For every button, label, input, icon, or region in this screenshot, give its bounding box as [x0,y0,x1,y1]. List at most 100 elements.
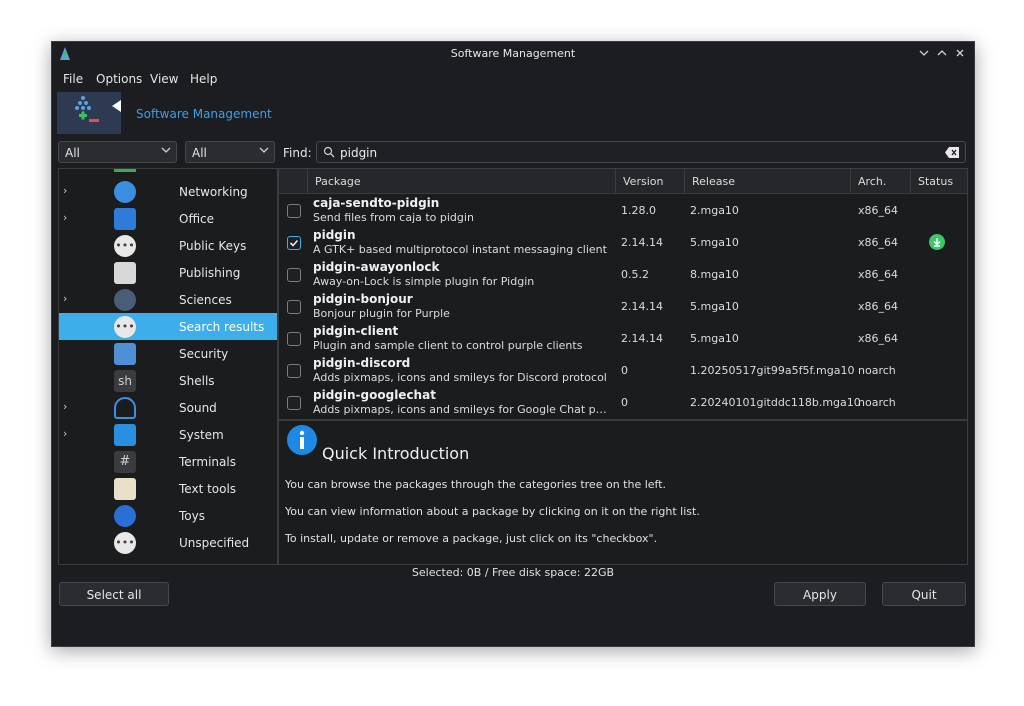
package-row[interactable]: pidgin-bonjour Bonjour plugin for Purple… [279,290,967,322]
package-description: Adds pixmaps, icons and smileys for Disc… [313,371,607,384]
headphones-icon [114,397,136,419]
menu-options[interactable]: Options [96,72,142,86]
package-row[interactable]: caja-sendto-pidgin Send files from caja … [279,194,967,226]
category-terminals[interactable]: # Terminals [59,448,277,475]
package-version: 2.14.14 [621,300,663,313]
select-all-button[interactable]: Select all [59,582,169,606]
expand-arrow-icon[interactable]: › [63,427,67,440]
group-filter-value: All [65,146,80,160]
package-version: 1.28.0 [621,204,656,217]
package-description: Plugin and sample client to control purp… [313,339,583,352]
category-toys[interactable]: Toys [59,502,277,529]
package-name: pidgin-awayonlock [313,260,440,274]
package-version: 2.14.14 [621,332,663,345]
search-input[interactable]: pidgin [316,141,966,163]
category-publishing[interactable]: Publishing [59,259,277,286]
window-title: Software Management [450,47,576,60]
quit-button[interactable]: Quit [882,582,966,606]
column-package[interactable]: Package [307,169,615,193]
office-icon [114,208,136,230]
title-bar[interactable]: Software Management [52,42,974,66]
checkmark-icon [289,239,299,247]
maximize-button[interactable] [934,46,950,62]
package-arch: x86_64 [858,204,899,217]
expand-arrow-icon[interactable]: › [63,184,67,197]
package-checkbox[interactable] [287,396,301,410]
search-icon [323,146,335,158]
info-heading: Quick Introduction [322,444,470,463]
package-list[interactable]: Package Version Release Arch. Status caj… [278,168,968,420]
package-name: pidgin [313,228,356,242]
installed-status-icon [929,234,945,250]
package-checkbox[interactable] [287,204,301,218]
category-system[interactable]: › System [59,421,277,448]
terminal-icon: # [114,451,136,473]
status-filter-value: All [192,146,207,160]
column-release[interactable]: Release [684,169,850,193]
menu-file[interactable]: File [63,72,83,86]
package-name: pidgin-bonjour [313,292,413,306]
close-window-button[interactable] [952,46,968,62]
package-release: 8.mga10 [690,268,739,281]
package-name: pidgin-discord [313,356,411,370]
column-version[interactable]: Version [615,169,684,193]
expand-arrow-icon[interactable]: › [63,292,67,305]
clear-search-icon[interactable] [945,147,959,158]
find-label: Find: [283,146,312,160]
package-arch: noarch [858,364,896,377]
banner-logo-icon [57,92,121,134]
category-tree[interactable]: › Networking › Office ••• Public Keys Pu… [58,168,278,565]
menu-help[interactable]: Help [190,72,217,86]
package-version: 0.5.2 [621,268,649,281]
package-arch: noarch [858,396,896,409]
apply-button[interactable]: Apply [774,582,866,606]
package-row[interactable]: pidgin-discord Adds pixmaps, icons and s… [279,354,967,386]
column-status[interactable]: Status [910,169,967,193]
printer-icon [114,262,136,284]
status-filter-select[interactable]: All [185,141,275,163]
category-security[interactable]: Security [59,340,277,367]
category-text-tools[interactable]: Text tools [59,475,277,502]
package-row[interactable]: pidgin-googlechat Adds pixmaps, icons an… [279,386,967,418]
flask-icon [114,289,136,311]
package-checkbox[interactable] [287,300,301,314]
category-public-keys[interactable]: ••• Public Keys [59,232,277,259]
package-row[interactable]: pidgin A GTK+ based multiprotocol instan… [279,226,967,258]
package-info-panel: Quick Introduction You can browse the pa… [278,420,968,565]
package-checkbox[interactable] [287,268,301,282]
more-icon: ••• [114,235,136,257]
category-search-results[interactable]: ••• Search results [59,313,277,340]
category-shells[interactable]: sh Shells [59,367,277,394]
category-unspecified[interactable]: ••• Unspecified [59,529,277,556]
package-checkbox[interactable] [287,364,301,378]
package-list-header: Package Version Release Arch. Status [279,169,967,194]
group-filter-select[interactable]: All [58,141,177,163]
package-arch: x86_64 [858,236,899,249]
shell-icon: sh [114,370,136,392]
expand-arrow-icon[interactable]: › [63,400,67,413]
chevron-down-icon [161,147,171,153]
package-row[interactable]: pidgin-client Plugin and sample client t… [279,322,967,354]
package-checkbox-checked[interactable] [287,236,301,250]
category-sciences[interactable]: › Sciences [59,286,277,313]
more-icon: ••• [114,532,136,554]
package-version: 0 [621,396,628,409]
column-arch[interactable]: Arch. [850,169,910,193]
info-line: You can browse the packages through the … [285,478,667,491]
expand-arrow-icon[interactable]: › [63,211,67,224]
package-release: 5.mga10 [690,300,739,313]
minimize-button[interactable] [916,46,932,62]
scrolled-category-icon [114,169,136,172]
package-row[interactable]: pidgin-awayonlock Away-on-Lock is simple… [279,258,967,290]
status-bar-text: Selected: 0B / Free disk space: 22GB [411,566,615,579]
package-version: 0 [621,364,628,377]
package-name: pidgin-client [313,324,399,338]
info-icon [287,425,317,455]
category-sound[interactable]: › Sound [59,394,277,421]
package-checkbox[interactable] [287,332,301,346]
menu-view[interactable]: View [150,72,178,86]
category-networking[interactable]: › Networking [59,178,277,205]
menu-bar: File Options View Help [52,66,974,90]
maximize-icon [937,50,947,56]
category-office[interactable]: › Office [59,205,277,232]
